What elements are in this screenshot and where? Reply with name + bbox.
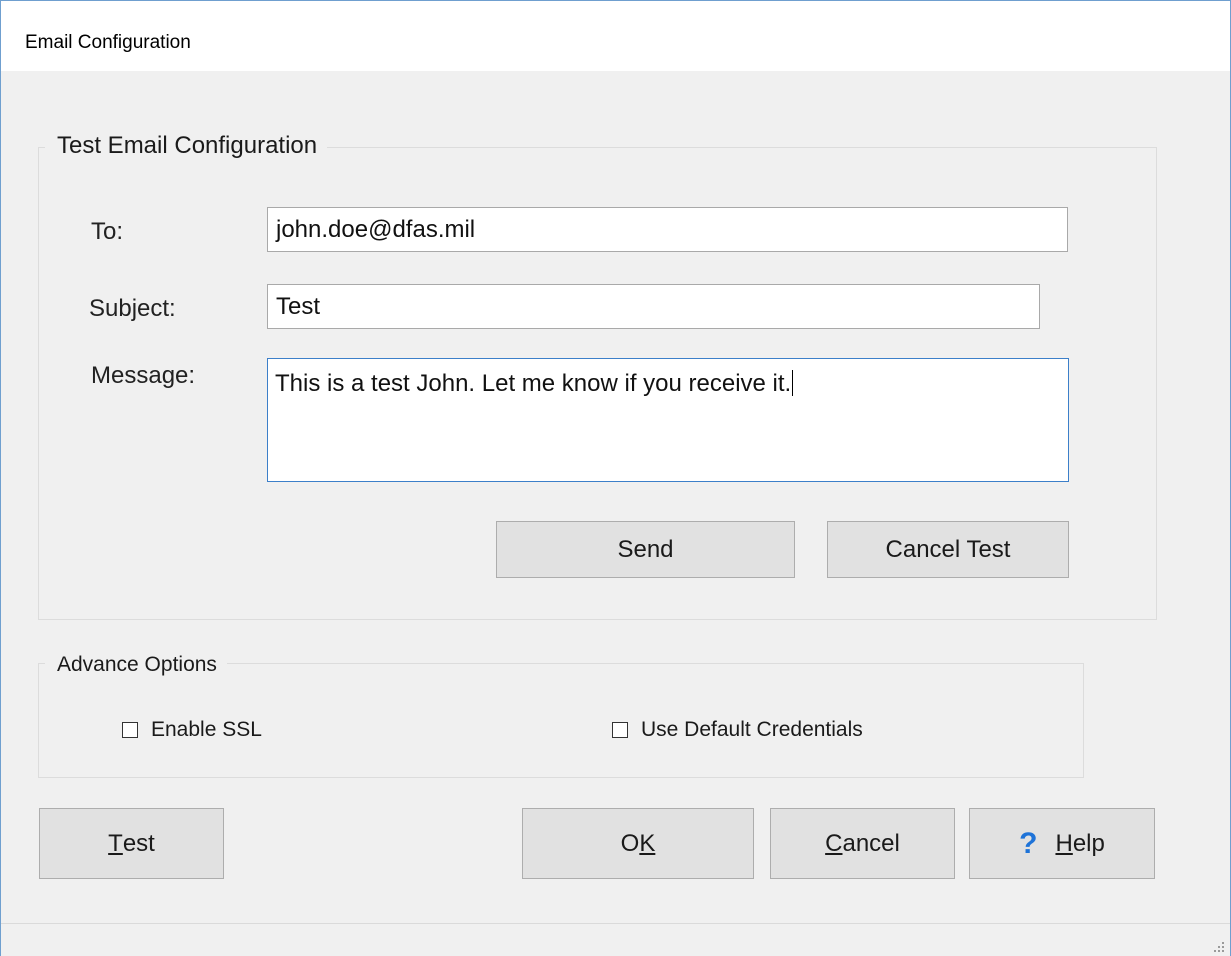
email-configuration-dialog: Email Configuration Test Email Configura…: [0, 0, 1231, 956]
message-text: This is a test John. Let me know if you …: [275, 370, 792, 397]
test-email-configuration-legend: Test Email Configuration: [45, 132, 328, 160]
send-button[interactable]: Send: [496, 521, 795, 578]
cancel-button[interactable]: Cancel: [770, 808, 955, 879]
status-bar: [1, 923, 1230, 956]
advance-options-legend: Advance Options: [45, 653, 227, 677]
help-button[interactable]: ? Help: [969, 808, 1155, 879]
title-bar: Email Configuration: [1, 1, 1230, 71]
cancel-label-rest: ancel: [842, 829, 900, 857]
cancel-test-button[interactable]: Cancel Test: [827, 521, 1069, 578]
ok-button[interactable]: OK: [522, 808, 754, 879]
message-label: Message:: [91, 362, 196, 389]
cancel-mnemonic: C: [825, 829, 843, 857]
help-label-rest: elp: [1072, 829, 1105, 857]
help-question-icon: ?: [1019, 826, 1038, 860]
subject-field[interactable]: Test: [267, 284, 1040, 329]
message-field[interactable]: This is a test John. Let me know if you …: [267, 358, 1069, 482]
enable-ssl-option[interactable]: Enable SSL: [122, 718, 262, 742]
enable-ssl-label: Enable SSL: [151, 718, 262, 741]
use-default-credentials-checkbox[interactable]: [612, 722, 628, 738]
resize-grip-icon[interactable]: [1210, 938, 1224, 952]
test-label-rest: est: [122, 829, 155, 857]
test-button[interactable]: Test: [39, 808, 224, 879]
use-default-credentials-label: Use Default Credentials: [641, 718, 863, 741]
ok-mnemonic: K: [639, 829, 656, 857]
text-caret: [792, 370, 794, 396]
to-field[interactable]: john.doe@dfas.mil: [267, 207, 1068, 252]
use-default-credentials-option[interactable]: Use Default Credentials: [612, 718, 863, 742]
window-title: Email Configuration: [25, 32, 191, 53]
to-label: To:: [91, 218, 124, 245]
enable-ssl-checkbox[interactable]: [122, 722, 138, 738]
help-mnemonic: H: [1055, 829, 1073, 857]
test-mnemonic: T: [108, 829, 123, 857]
subject-label: Subject:: [89, 295, 176, 322]
ok-label-pre: O: [620, 829, 640, 857]
